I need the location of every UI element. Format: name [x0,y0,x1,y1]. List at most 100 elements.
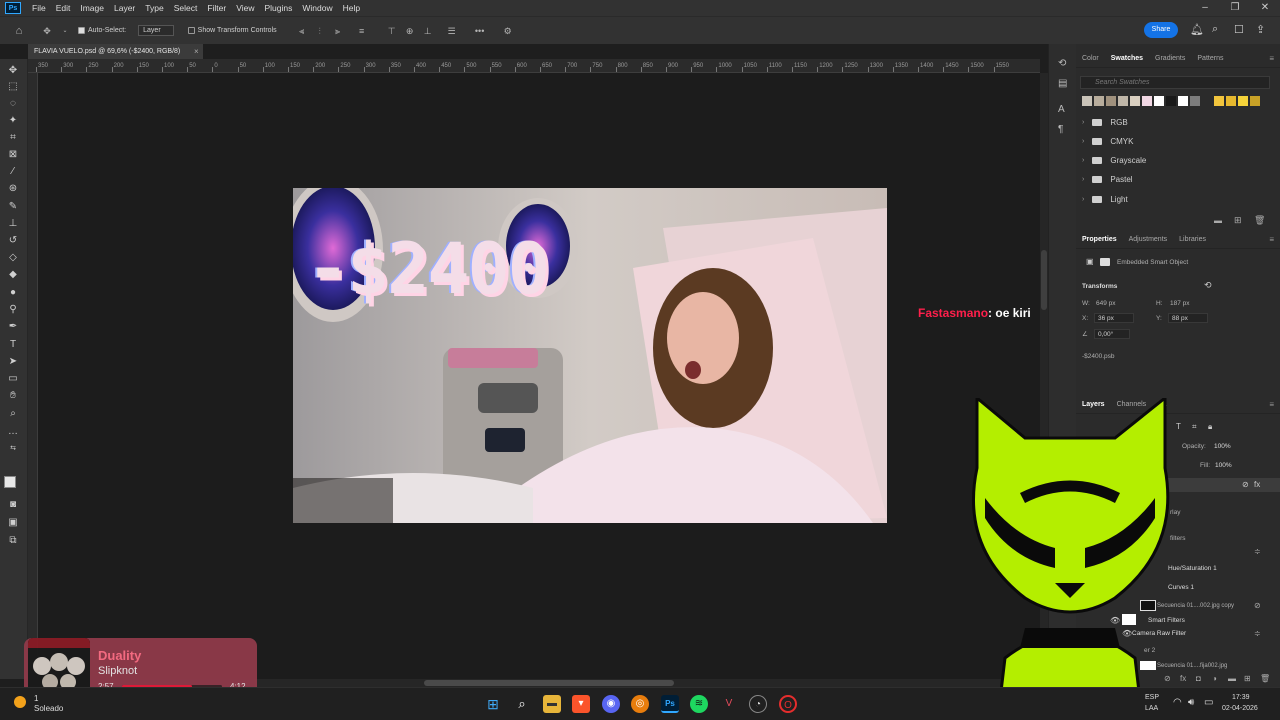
menu-type[interactable]: Type [140,3,168,13]
paint-bucket-icon[interactable]: ◆ [6,269,20,281]
panel-menu-icon[interactable]: ≡ [1269,400,1274,409]
healing-brush-icon[interactable]: ⊛ [6,183,20,195]
adjustment-layer-icon[interactable]: ◑ [1212,674,1217,683]
y-position-field[interactable]: 88 px [1168,313,1208,323]
menu-view[interactable]: View [231,3,259,13]
tab-properties[interactable]: Properties [1076,236,1123,243]
dodge-tool-icon[interactable]: ⚲ [6,304,20,316]
history-panel-icon[interactable]: ⟲ [1058,58,1066,69]
tab-patterns[interactable]: Patterns [1191,55,1229,62]
width-value[interactable]: 649 px [1096,300,1116,307]
weather-text[interactable]: Soleado [34,704,63,713]
color-swatch[interactable] [1178,96,1188,106]
x-position-field[interactable]: 36 px [1094,313,1134,323]
document-canvas[interactable]: -$2400 [293,188,887,523]
path-selection-icon[interactable]: ➤ [6,356,20,368]
transform-controls-checkbox[interactable] [187,27,195,34]
menu-plugins[interactable]: Plugins [259,3,297,13]
hand-tool-icon[interactable]: ✋︎ [6,390,20,402]
move-tool-icon[interactable]: ✥ [40,26,54,36]
tab-gradients[interactable]: Gradients [1149,55,1191,62]
menu-layer[interactable]: Layer [109,3,140,13]
file-explorer-icon[interactable]: ▬ [543,695,561,713]
frame-tool-icon[interactable]: ⊠ [6,149,20,161]
color-swatch[interactable] [1094,96,1104,106]
paragraph-panel-icon[interactable]: ¶ [1058,124,1063,135]
share-button[interactable]: Share [1144,22,1178,38]
network-wifi-icon[interactable]: ◠ [1173,697,1182,708]
menu-edit[interactable]: Edit [51,3,76,13]
new-group-folder-icon[interactable]: ▬ [1214,216,1222,225]
foreground-color-swatch[interactable] [4,476,16,488]
tab-color[interactable]: Color [1076,55,1105,62]
eyedropper-icon[interactable]: ⁄ [6,166,20,178]
more-options-icon[interactable]: ••• [473,26,487,36]
minimize-icon[interactable]: – [1190,0,1220,16]
lasso-tool-icon[interactable]: ◌ [6,98,20,110]
reset-transform-icon[interactable]: ⟲ [1204,280,1212,291]
marquee-tool-icon[interactable]: ⬚ [6,81,20,93]
color-swatch[interactable] [1082,96,1092,106]
discord-icon[interactable]: ◉ [602,695,620,713]
history-brush-icon[interactable]: ↺ [6,235,20,247]
menu-filter[interactable]: Filter [202,3,231,13]
eraser-tool-icon[interactable]: ◇ [6,252,20,264]
distribute-icon[interactable]: ≡ [355,26,369,36]
panel-menu-icon[interactable]: ≡ [1269,235,1274,244]
angle-field[interactable]: 0,00° [1094,329,1130,339]
keyboard-language[interactable]: ESP [1145,694,1159,701]
photoshop-taskbar-icon[interactable]: Ps [661,695,679,713]
align-left-icon[interactable]: ⫷ [295,26,309,36]
volume-icon[interactable]: 🔊︎ [1188,697,1194,708]
crop-tool-icon[interactable]: ⌗ [6,132,20,144]
swatch-group-pastel[interactable]: › Pastel [1082,175,1133,184]
menu-image[interactable]: Image [75,3,109,13]
delete-swatch-icon[interactable]: 🗑︎ [1254,215,1265,226]
rectangle-tool-icon[interactable]: ▭ [6,373,20,385]
zoom-tool-icon[interactable]: ⌕ [6,408,20,420]
lock-all-icon[interactable]: 🔒︎ [1208,422,1212,432]
color-swatch[interactable] [1190,96,1200,106]
transform-controls-option[interactable]: Show Transform Controls [187,27,277,34]
color-swatch[interactable] [1226,96,1236,106]
share-export-icon[interactable]: ⇪ [1256,23,1265,36]
fill-value[interactable]: 100% [1215,462,1232,469]
align-center-icon[interactable]: ⫶ [313,26,327,36]
stamp-tool-icon[interactable]: ⊥ [6,218,20,230]
swatch-group-rgb[interactable]: › RGB [1082,118,1128,127]
add-style-icon[interactable]: fx [1180,674,1186,683]
menu-window[interactable]: Window [297,3,337,13]
battery-icon[interactable]: ▭ [1204,697,1213,708]
spotify-icon[interactable]: ≋ [690,695,708,713]
filter-options-icon[interactable]: ≑ [1254,547,1261,556]
obs-icon[interactable]: ◔ [749,695,767,713]
screen-mode-icon[interactable]: ▣ [6,517,20,529]
home-icon[interactable]: ⌂ [12,25,26,36]
new-group-icon[interactable]: ▬ [1228,674,1236,683]
swatch-group-cmyk[interactable]: › CMYK [1082,137,1133,146]
valorant-icon[interactable]: V [720,695,738,713]
tab-swatches[interactable]: Swatches [1105,55,1149,62]
auto-select-checkbox[interactable] [78,27,85,34]
search-icon[interactable]: ⌕ [513,695,531,713]
new-swatch-icon[interactable]: ⊞ [1234,215,1242,226]
keyboard-layout[interactable]: LAA [1145,705,1158,712]
restore-icon[interactable]: ❐ [1220,0,1250,16]
color-swatch[interactable] [1250,96,1260,106]
distribute-vertical-icon[interactable]: ☰ [445,26,459,36]
tab-adjustments[interactable]: Adjustments [1123,236,1174,243]
lock-type-icon[interactable]: T [1176,422,1181,431]
height-value[interactable]: 187 px [1170,300,1190,307]
clock-date[interactable]: 02-04-2026 [1222,705,1258,712]
swatch-group-grayscale[interactable]: › Grayscale [1082,156,1146,165]
menu-file[interactable]: File [27,3,51,13]
align-right-icon[interactable]: ⫸ [331,26,345,36]
search-icon[interactable]: ⌕ [1212,23,1218,36]
comments-panel-icon[interactable]: ▤ [1058,78,1067,89]
notifications-bell-icon[interactable]: 🔔︎ [1190,23,1204,36]
horizontal-scroll-thumb[interactable] [424,680,674,686]
chevron-down-icon[interactable]: ⌄ [58,26,72,36]
close-icon[interactable]: ✕ [1250,0,1280,16]
menu-select[interactable]: Select [169,3,203,13]
lock-transform-icon[interactable]: ⌗ [1192,422,1197,432]
